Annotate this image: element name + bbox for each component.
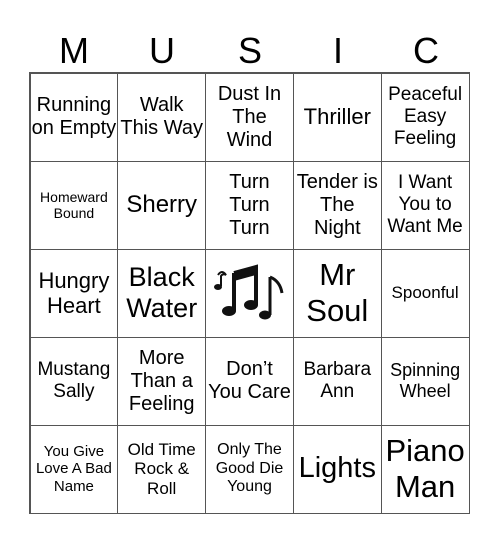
cell-text: You Give Love A Bad Name (35, 443, 112, 495)
cell-text: Tender is The Night (296, 170, 378, 239)
header-letter: U (149, 30, 175, 71)
cell-text: Walk This Way (120, 94, 203, 139)
bingo-cell: Turn Turn Turn (205, 160, 294, 250)
header-letter: M (59, 30, 89, 71)
bingo-header: M U S I C (30, 30, 470, 72)
free-space-cell (205, 248, 294, 338)
bingo-cell: Only The Good Die Young (205, 424, 294, 514)
header-letter: S (237, 30, 262, 71)
bingo-cell: Walk This Way (117, 72, 207, 162)
bingo-cell: Hungry Heart (29, 248, 119, 338)
bingo-cell: Spoonful (380, 248, 470, 338)
cell-text: Mr Soul (306, 257, 369, 328)
bingo-cell: Barbara Ann (292, 336, 382, 426)
bingo-cell: Spinning Wheel (380, 336, 470, 426)
bingo-cell: Mr Soul (292, 248, 382, 338)
cell-text: Peaceful Easy Feeling (388, 84, 463, 149)
cell-text: Spoonful (391, 283, 459, 303)
bingo-cell: Tender is The Night (292, 160, 382, 250)
cell-text: Thriller (303, 104, 371, 130)
bingo-grid: Running on Empty Walk This Way Dust In The… (29, 72, 470, 514)
cell-text: Lights (298, 452, 376, 485)
cell-text: Barbara Ann (303, 359, 372, 402)
cell-text: Turn Turn Turn (229, 170, 270, 239)
bingo-cell: I Want You to Want Me (380, 160, 470, 250)
bingo-cell: Don’t You Care (205, 336, 294, 426)
cell-text: Sherry (126, 191, 198, 219)
bingo-cell: Old Time Rock & Roll (117, 424, 207, 514)
bingo-cell: Dust In The Wind (205, 72, 294, 162)
cell-text: Mustang Sally (37, 359, 111, 402)
bingo-cell: Running on Empty (29, 72, 119, 162)
bingo-cell: Lights (292, 424, 382, 514)
cell-text: Don’t You Care (208, 358, 291, 403)
cell-text: Homeward Bound (40, 188, 108, 221)
cell-text: Running on Empty (31, 94, 117, 139)
bingo-cell: Homeward Bound (29, 160, 119, 250)
header-letter: I (332, 30, 343, 71)
bingo-cell: More Than a Feeling (117, 336, 207, 426)
bingo-cell: Piano Man (380, 424, 470, 514)
cell-text: Hungry Heart (38, 267, 110, 318)
cell-text: More Than a Feeling (128, 346, 195, 415)
bingo-cell: Thriller (292, 72, 382, 162)
bingo-cell: Black Water (117, 248, 207, 338)
music-notes-icon (214, 264, 284, 320)
cell-text: Black Water (126, 261, 198, 323)
cell-text: Old Time Rock & Roll (127, 439, 196, 498)
cell-text: Dust In The Wind (217, 82, 282, 151)
bingo-cell: You Give Love A Bad Name (29, 424, 119, 514)
header-letter: C (413, 30, 439, 71)
cell-text: Only The Good Die Young (215, 441, 284, 496)
cell-text: Piano Man (385, 433, 465, 504)
bingo-cell: Mustang Sally (29, 336, 119, 426)
bingo-cell: Sherry (117, 160, 207, 250)
cell-text: I Want You to Want Me (387, 172, 463, 237)
cell-text: Spinning Wheel (390, 360, 461, 401)
bingo-cell: Peaceful Easy Feeling (380, 72, 470, 162)
